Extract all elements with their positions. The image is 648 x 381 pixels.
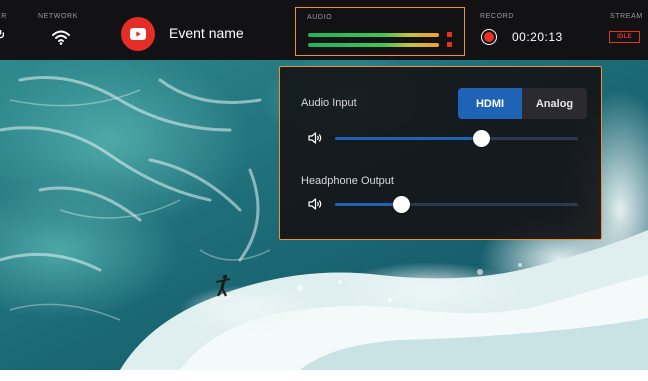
stream-status-badge[interactable]: IDLE [609,31,640,43]
audio-input-label: Audio Input [301,97,357,109]
stream-label: STREAM [610,13,643,20]
network-label: NETWORK [38,13,78,20]
broadcast-monitor-screen: ER NETWORK Event name AUDIO RECORD [0,0,648,381]
audio-peak-left [447,32,452,37]
speaker-icon [308,198,322,210]
record-label: RECORD [480,13,514,20]
record-timecode: 00:20:13 [512,30,563,44]
analog-input-button[interactable]: Analog [522,88,587,119]
headphone-output-slider-fill [335,203,401,206]
audio-input-selector: HDMI Analog [458,88,587,119]
audio-meter-right [308,43,439,47]
event-name[interactable]: Event name [169,25,244,41]
headphone-output-slider-knob[interactable] [392,196,410,213]
power-icon[interactable] [0,30,4,40]
wifi-icon[interactable] [51,29,71,45]
audio-meter-left [308,33,439,37]
audio-label: AUDIO [307,14,333,21]
hdmi-input-button[interactable]: HDMI [458,88,522,119]
youtube-play-icon [130,28,146,40]
record-icon[interactable] [481,29,497,45]
audio-input-slider[interactable] [335,130,578,147]
speaker-icon [308,132,322,144]
audio-input-slider-knob[interactable] [472,130,490,147]
audio-settings-popup: Audio Input HDMI Analog Headphone Output [279,66,602,240]
top-status-bar: ER NETWORK Event name AUDIO RECORD [0,0,648,60]
youtube-platform-button[interactable] [121,17,155,51]
power-label: ER [0,13,7,20]
audio-peak-right [447,42,452,47]
audio-input-slider-fill [335,137,481,140]
headphone-output-slider[interactable] [335,196,578,213]
headphone-output-label: Headphone Output [301,175,394,187]
audio-meter-button[interactable]: AUDIO [295,7,465,56]
